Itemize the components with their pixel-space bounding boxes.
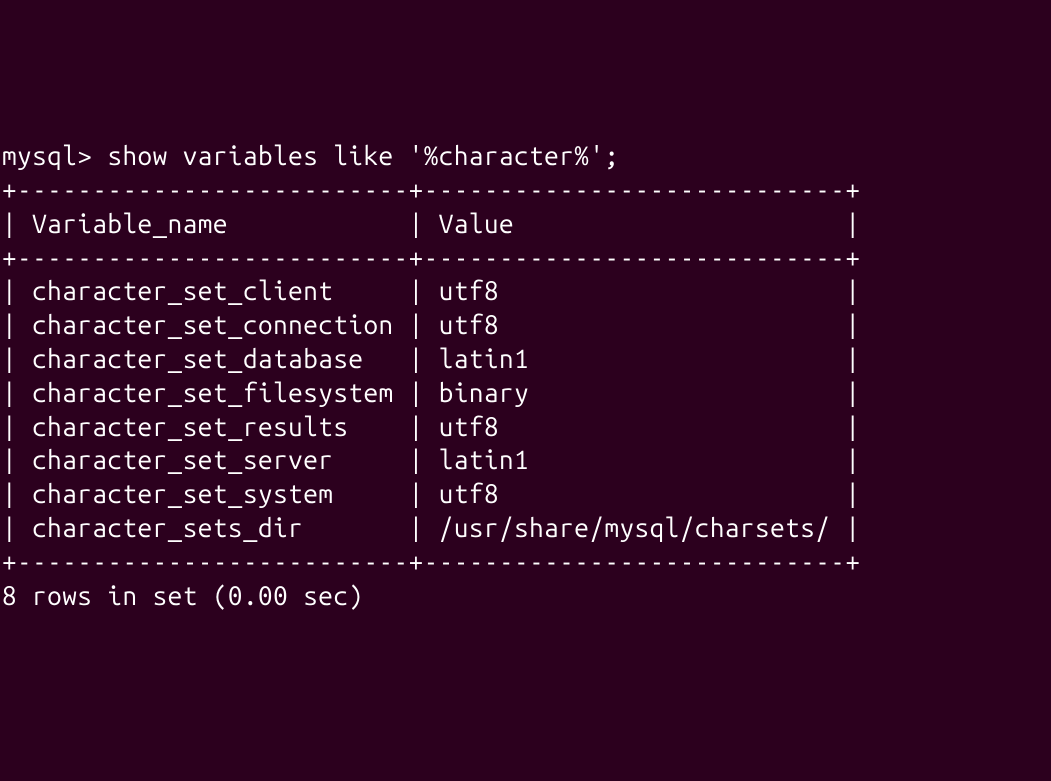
- table-row: | character_set_results | utf8 |: [2, 412, 860, 441]
- sql-command: show variables like '%character%';: [107, 141, 619, 170]
- cell-val: utf8: [439, 412, 831, 441]
- table-row: | character_set_filesystem | binary |: [2, 378, 860, 407]
- cell-val: /usr/share/mysql/charsets/: [439, 513, 831, 542]
- cell-var: character_set_filesystem: [32, 378, 393, 407]
- table-row: | character_sets_dir | /usr/share/mysql/…: [2, 513, 860, 542]
- table-row: | character_set_system | utf8 |: [2, 479, 860, 508]
- mysql-prompt: mysql>: [2, 141, 92, 170]
- table-row: | character_set_connection | utf8 |: [2, 310, 860, 339]
- result-footer: 8 rows in set (0.00 sec): [2, 581, 363, 610]
- cell-val: latin1: [439, 344, 831, 373]
- cell-var: character_set_system: [32, 479, 393, 508]
- cell-var: character_set_server: [32, 445, 393, 474]
- table-border-bottom: +--------------------------+------------…: [2, 547, 860, 576]
- cell-val: utf8: [439, 276, 831, 305]
- table-border-top: +--------------------------+------------…: [2, 175, 860, 204]
- table-header-row: | Variable_name | Value |: [2, 209, 860, 238]
- cell-val: binary: [439, 378, 831, 407]
- table-row: | character_set_server | latin1 |: [2, 445, 860, 474]
- cell-var: character_sets_dir: [32, 513, 393, 542]
- header-col1: Variable_name: [32, 209, 393, 238]
- cell-var: character_set_results: [32, 412, 393, 441]
- cell-var: character_set_connection: [32, 310, 393, 339]
- cell-var: character_set_database: [32, 344, 393, 373]
- terminal-output: mysql> show variables like '%character%'…: [2, 139, 1049, 612]
- cell-val: utf8: [439, 310, 831, 339]
- table-border-mid: +--------------------------+------------…: [2, 243, 860, 272]
- header-col2: Value: [439, 209, 831, 238]
- cell-var: character_set_client: [32, 276, 393, 305]
- cell-val: latin1: [439, 445, 831, 474]
- table-row: | character_set_client | utf8 |: [2, 276, 860, 305]
- table-row: | character_set_database | latin1 |: [2, 344, 860, 373]
- cell-val: utf8: [439, 479, 831, 508]
